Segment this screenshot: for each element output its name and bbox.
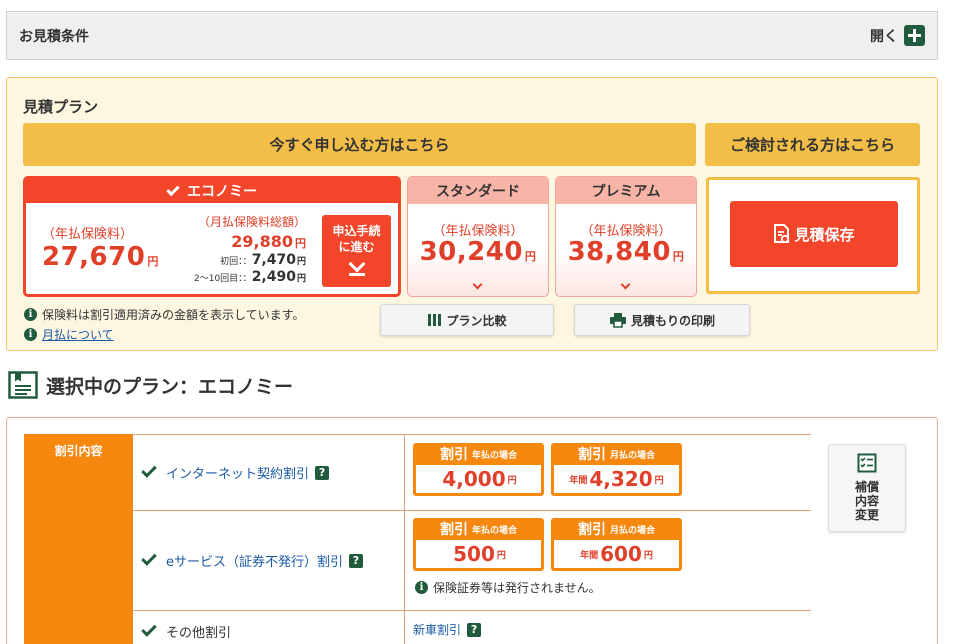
discount-table: インターネット契約割引 ? 割引 年払の場合 4,000 円 割引 月払の場合 年間 4…: [132, 434, 811, 644]
document-save-icon: [774, 224, 790, 244]
discount-name: その他割引: [132, 611, 405, 644]
check-icon: [141, 462, 157, 478]
change-coverage-button[interactable]: 補償 内容 変更: [828, 444, 906, 532]
plan-name-premium: プレミアム: [556, 177, 696, 204]
print-estimate-button[interactable]: 見積もりの印刷: [574, 304, 750, 336]
discount-detail: 割引内容 インターネット契約割引 ? 割引 年払の場合 4,000 円 割引 月払の場…: [6, 417, 938, 644]
checklist-icon: [857, 453, 877, 473]
rest-payment: 2～10回目：：2,490円: [194, 269, 306, 285]
monthly-label: （月払保険料総額）: [197, 215, 306, 229]
compare-bars-icon: [428, 314, 442, 326]
info-icon: i: [415, 581, 428, 594]
check-icon: [141, 620, 157, 637]
help-icon[interactable]: ?: [349, 553, 363, 568]
economy-annual: （年払保険料） 27,670 円: [42, 223, 159, 272]
table-row: eサービス（証券不発行）割引 ? 割引 年払の場合 500 円 割引 月払の場合 年間…: [132, 511, 811, 611]
plan-panel: 見積プラン 今すぐ申し込む方はこちら ご検討される方はこちら エコノミー （年払…: [6, 77, 938, 351]
plan-name-economy: エコノミー: [26, 179, 398, 203]
note-discount-applied: i 保険料は割引適用済みの金額を表示しています。: [24, 304, 304, 324]
certificate-note: i 保険証券等は発行されません。: [415, 579, 601, 596]
economy-monthly: （月払保険料総額） 29,880 円 初回：：7,470円 2～10回目：：2,4…: [186, 213, 306, 285]
annual-price: 30,240 円: [419, 237, 537, 267]
open-label: 開く: [870, 28, 898, 45]
selected-plan-heading: 選択中のプラン：エコノミー: [8, 371, 293, 399]
plan-compare-button[interactable]: プラン比較: [380, 304, 554, 336]
document-icon: [8, 371, 38, 399]
new-car-discount[interactable]: 新車割引 ?: [413, 621, 482, 638]
annual-price: 38,840 円: [567, 237, 685, 267]
check-icon: [141, 550, 157, 566]
annual-price: 27,670 円: [42, 242, 159, 272]
chevron-down-icon: [346, 260, 368, 276]
info-icon: i: [24, 327, 37, 341]
first-payment: 初回：：7,470円: [220, 252, 306, 268]
help-icon[interactable]: ?: [467, 622, 482, 637]
plan-card-premium[interactable]: プレミアム （年払保険料） 38,840 円: [555, 176, 697, 297]
apply-procedure-button[interactable]: 申込手続 に進む: [322, 215, 391, 287]
conditions-bar: お見積条件 開く: [6, 11, 938, 60]
annual-discount-badge: 割引 年払の場合 4,000 円: [413, 443, 544, 496]
check-icon: [166, 182, 180, 196]
plan-name-standard: スタンダード: [408, 177, 548, 204]
panel-title: 見積プラン: [23, 98, 99, 116]
notes: i 保険料は割引適用済みの金額を表示しています。 i 月払について: [24, 304, 304, 344]
discount-name: eサービス（証券不発行）割引 ?: [132, 511, 405, 610]
apply-header: 今すぐ申し込む方はこちら: [23, 123, 696, 166]
save-estimate-button[interactable]: 見積保存: [730, 201, 898, 267]
chevron-down-icon: [472, 279, 483, 290]
help-icon[interactable]: ?: [315, 465, 330, 480]
consider-header: ご検討される方はこちら: [705, 123, 920, 166]
open-conditions-toggle[interactable]: 開く: [870, 25, 925, 46]
monthly-discount-badge: 割引 月払の場合 年間 4,320 円: [551, 443, 682, 496]
selected-plan-title: 選択中のプラン：エコノミー: [46, 375, 294, 398]
discount-side-label: 割引内容: [24, 434, 133, 644]
conditions-title: お見積条件: [19, 29, 89, 45]
table-row: その他割引 新車割引 ?: [132, 611, 811, 644]
annual-label: （年払保険料）: [42, 227, 134, 242]
monthly-discount-badge: 割引 月払の場合 年間 600 円: [551, 518, 682, 571]
table-row: インターネット契約割引 ? 割引 年払の場合 4,000 円 割引 月払の場合 年間 4…: [132, 435, 811, 511]
plus-icon: [904, 25, 925, 46]
monthly-total: 29,880 円: [231, 232, 306, 251]
save-box: 見積保存: [706, 177, 920, 294]
plan-card-economy[interactable]: エコノミー （年払保険料） 27,670 円 （月払保険料総額） 29,880 円 …: [23, 176, 401, 297]
printer-icon: [609, 313, 626, 328]
plan-card-standard[interactable]: スタンダード （年払保険料） 30,240 円: [407, 176, 549, 297]
annual-discount-badge: 割引 年払の場合 500 円: [413, 518, 544, 571]
chevron-down-icon: [620, 279, 631, 290]
note-monthly: i 月払について: [24, 324, 304, 344]
discount-name: インターネット契約割引 ?: [132, 435, 405, 510]
info-icon: i: [24, 307, 37, 321]
monthly-link[interactable]: 月払について: [42, 326, 114, 343]
